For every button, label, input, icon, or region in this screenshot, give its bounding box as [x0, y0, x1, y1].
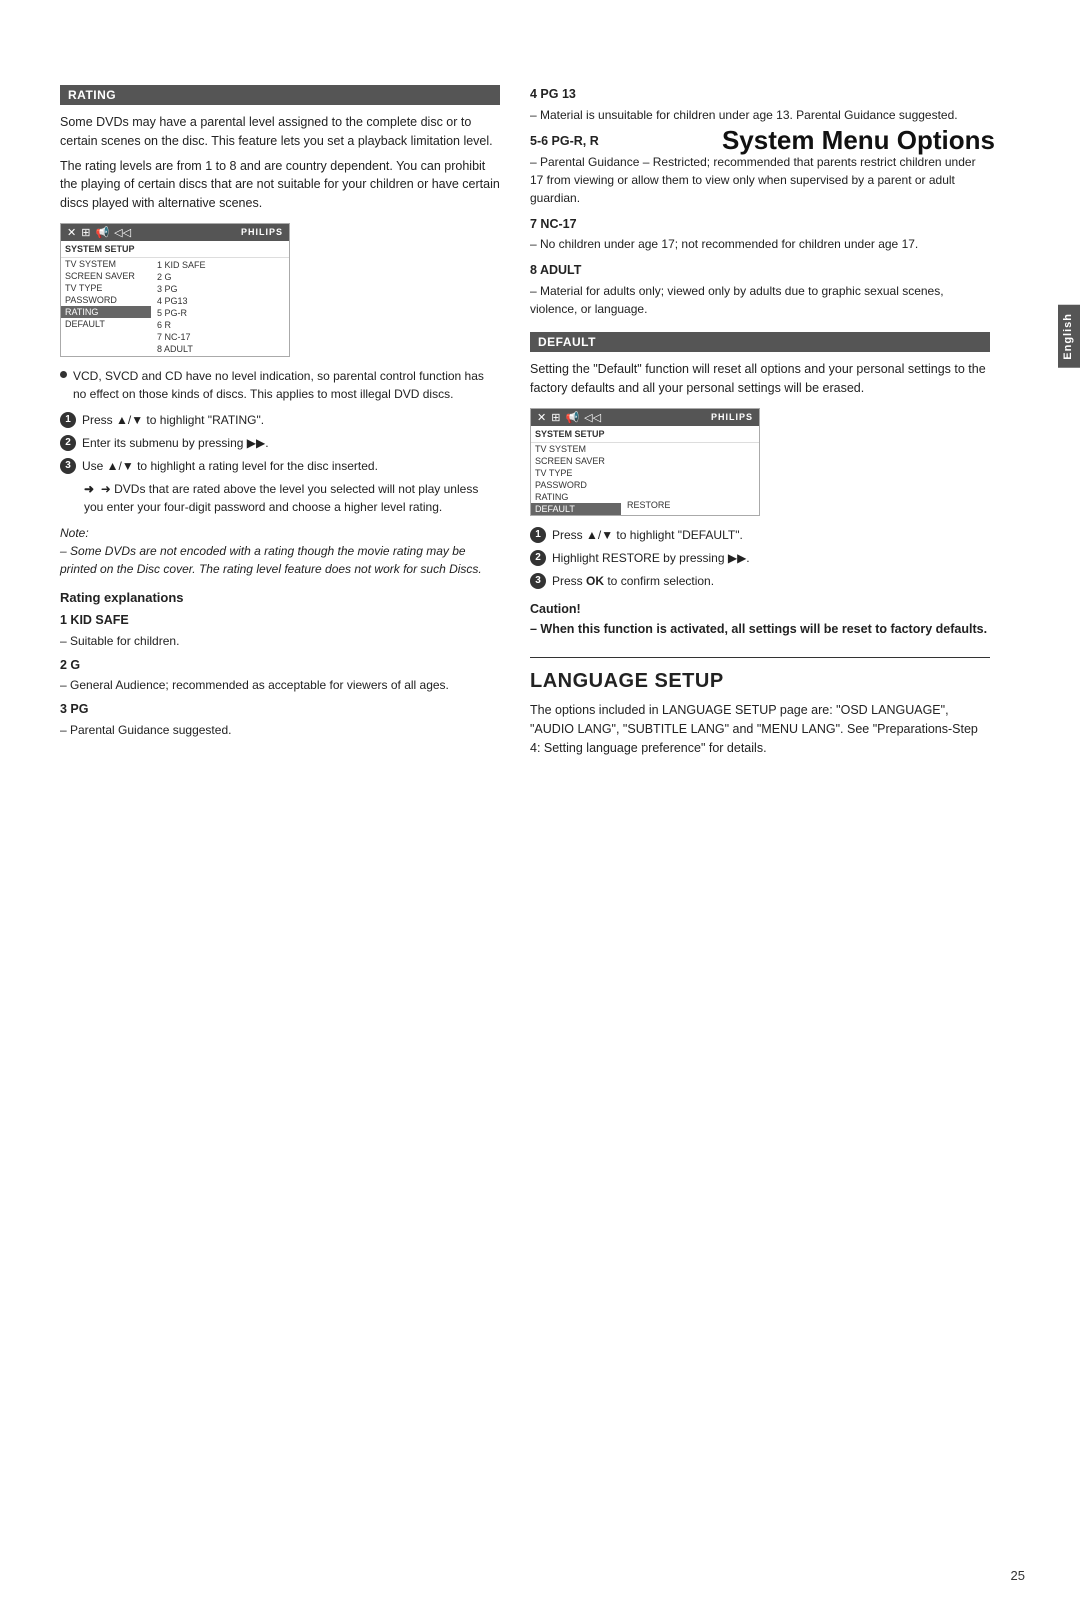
rating-header: RATING — [60, 85, 500, 105]
disc-icon2: ⊞ — [551, 411, 560, 424]
caution-text: – When this function is activated, all s… — [530, 620, 990, 639]
rating-step2-text: Enter its submenu by pressing ▶▶. — [82, 434, 269, 452]
rating-3: 3 PG – Parental Guidance suggested. — [60, 700, 500, 739]
bullet-vcd: VCD, SVCD and CD have no level indicatio… — [60, 367, 500, 403]
default-ui-box: ✕ ⊞ 📢 ◁◁ PHILIPS SYSTEM SETUP TV SYSTEM … — [530, 408, 760, 516]
default-header: DEFAULT — [530, 332, 990, 352]
disc-icon: ⊞ — [81, 226, 90, 239]
philips-logo2: PHILIPS — [711, 412, 753, 422]
default-section: DEFAULT Setting the "Default" function w… — [530, 332, 990, 639]
language-setup-section: LANGUAGE SETUP The options included in L… — [530, 657, 990, 757]
sub-note-arrow: ➜ ➜ DVDs that are rated above the level … — [84, 480, 500, 516]
page-title: System Menu Options — [0, 125, 1050, 156]
default-steps: 1 Press ▲/▼ to highlight "DEFAULT". 2 Hi… — [530, 526, 990, 590]
rating-4: 4 PG 13 – Material is unsuitable for chi… — [530, 85, 990, 124]
rating-step1-text: Press ▲/▼ to highlight "RATING". — [82, 411, 264, 429]
speaker-icon: 📢 — [95, 226, 109, 239]
rating-para2: The rating levels are from 1 to 8 and ar… — [60, 157, 500, 213]
signal-icon: ◁◁ — [114, 226, 131, 239]
language-setup-para: The options included in LANGUAGE SETUP p… — [530, 701, 990, 757]
rating-ui-box: ✕ ⊞ 📢 ◁◁ PHILIPS SYSTEM SETUP TV SYSTEM … — [60, 223, 290, 357]
speaker-icon2: 📢 — [565, 411, 579, 424]
rating-1: 1 KID SAFE – Suitable for children. — [60, 611, 500, 650]
menu-icon2: ✕ — [537, 411, 546, 424]
rating-step2: 2 Enter its submenu by pressing ▶▶. — [60, 434, 500, 452]
italic-note: Note: – Some DVDs are not encoded with a… — [60, 524, 500, 578]
rating-explanations: Rating explanations 1 KID SAFE – Suitabl… — [60, 590, 500, 739]
rating-step1: 1 Press ▲/▼ to highlight "RATING". — [60, 411, 500, 429]
rating-2: 2 G – General Audience; recommended as a… — [60, 656, 500, 695]
philips-logo: PHILIPS — [241, 227, 283, 237]
default-para: Setting the "Default" function will rese… — [530, 360, 990, 398]
rating-step3: 3 Use ▲/▼ to highlight a rating level fo… — [60, 457, 500, 475]
english-tab: English — [1058, 305, 1080, 368]
rating-explanations-header: Rating explanations — [60, 590, 500, 605]
caution-title: Caution! — [530, 600, 990, 619]
rating-7: 7 NC-17 – No children under age 17; not … — [530, 215, 990, 254]
default-step1: 1 Press ▲/▼ to highlight "DEFAULT". — [530, 526, 990, 544]
rating-steps: 1 Press ▲/▼ to highlight "RATING". 2 Ent… — [60, 411, 500, 475]
rating-step3-text: Use ▲/▼ to highlight a rating level for … — [82, 457, 378, 475]
default-step1-text: Press ▲/▼ to highlight "DEFAULT". — [552, 526, 743, 544]
menu-icon: ✕ — [67, 226, 76, 239]
default-step3: 3 Press OK to confirm selection. — [530, 572, 990, 590]
rating-8: 8 ADULT – Material for adults only; view… — [530, 261, 990, 318]
default-step3-text: Press OK to confirm selection. — [552, 572, 714, 590]
caution-block: Caution! – When this function is activat… — [530, 600, 990, 640]
bullet-vcd-text: VCD, SVCD and CD have no level indicatio… — [73, 367, 500, 403]
signal-icon2: ◁◁ — [584, 411, 601, 424]
default-step2: 2 Highlight RESTORE by pressing ▶▶. — [530, 549, 990, 567]
default-step2-text: Highlight RESTORE by pressing ▶▶. — [552, 549, 750, 567]
page-number: 25 — [1011, 1568, 1025, 1583]
language-setup-title: LANGUAGE SETUP — [530, 670, 990, 693]
